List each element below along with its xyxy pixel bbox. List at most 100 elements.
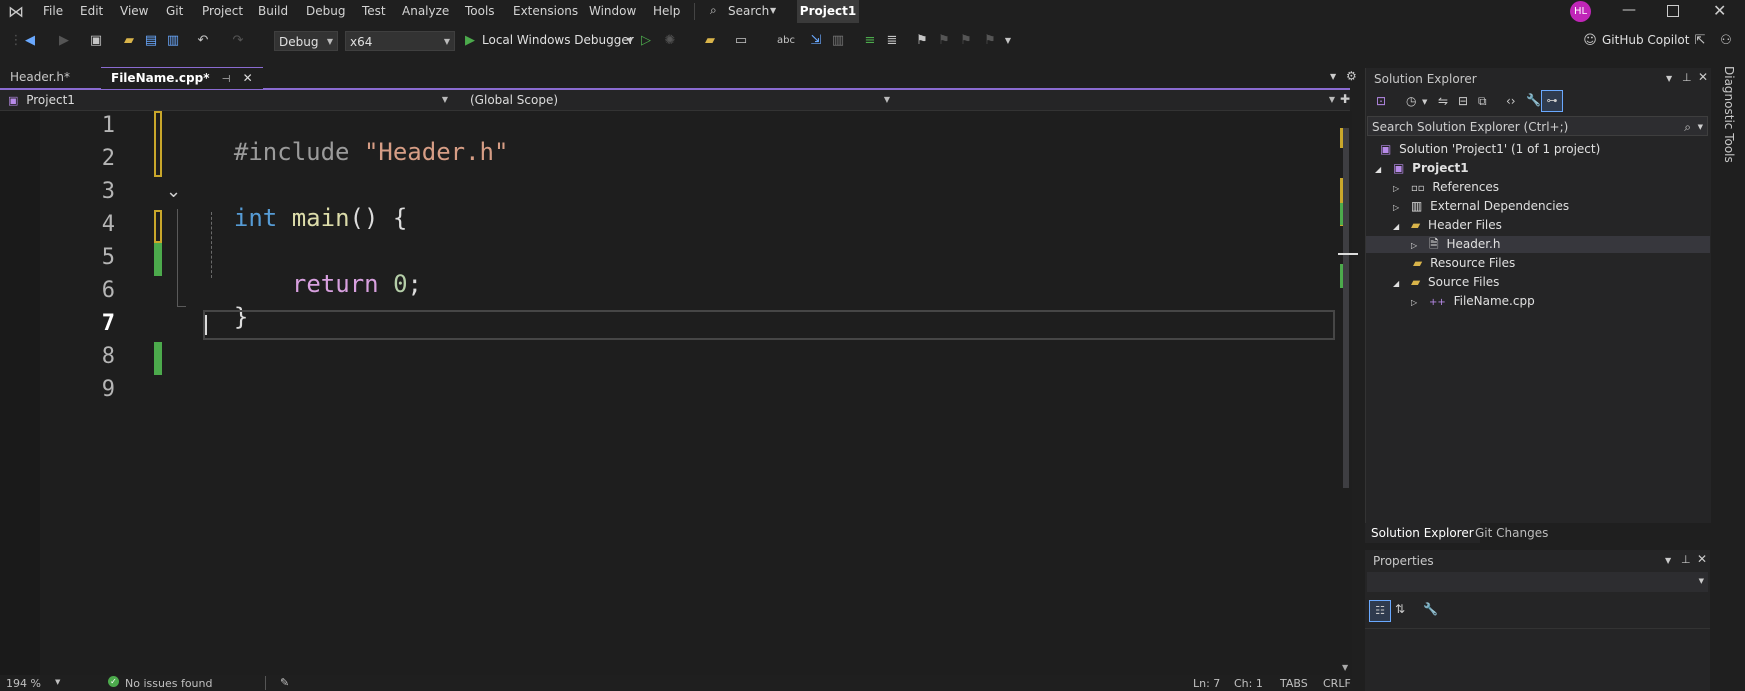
pin-icon[interactable]: ⊣ [222, 74, 231, 85]
column-indicator[interactable]: Ch: 1 [1234, 677, 1263, 690]
expanded-arrow-icon[interactable]: ◢ [1393, 279, 1399, 288]
global-scope-select[interactable]: (Global Scope) ▼ [470, 90, 890, 110]
solution-search-input[interactable]: Search Solution Explorer (Ctrl+;) ⌕ ▼ [1367, 116, 1708, 136]
navigate-forward-icon[interactable]: ▶ [56, 33, 72, 49]
chevron-down-icon[interactable]: ▼ [1422, 98, 1427, 106]
tab-overflow-icon[interactable]: ▼ [1330, 72, 1336, 81]
indentation-indicator[interactable]: TABS [1280, 677, 1308, 690]
zoom-level[interactable]: 194 % [6, 677, 41, 690]
panel-options-icon[interactable]: ▼ [1665, 556, 1671, 565]
expanded-arrow-icon[interactable]: ◢ [1393, 222, 1399, 231]
navigate-back-icon[interactable]: ◀ [22, 33, 38, 49]
pending-changes-filter-icon[interactable]: ◷ [1406, 94, 1416, 108]
save-icon[interactable]: ▤ [143, 33, 159, 49]
solution-platform-select[interactable]: x64 ▼ [345, 31, 455, 51]
visual-studio-logo-icon[interactable]: ⋈ [8, 3, 30, 21]
tree-item-project[interactable]: ◢ ▣ Project1 [1375, 160, 1469, 177]
menu-project[interactable]: Project [202, 4, 243, 18]
browse-folder-icon[interactable]: ▰ [702, 33, 718, 49]
tab-filename-cpp[interactable]: FileName.cpp* ⊣ ✕ [101, 67, 263, 89]
pin-icon[interactable]: ⊥ [1682, 71, 1692, 84]
bookmark-icon[interactable]: ⚑ [914, 33, 930, 49]
object-select[interactable]: ▼ [1367, 572, 1708, 592]
tab-git-changes[interactable]: Git Changes [1469, 523, 1554, 543]
tree-item-resource-files[interactable]: ▰ Resource Files [1413, 255, 1515, 272]
sync-icon[interactable]: ⇋ [1438, 94, 1448, 108]
close-tab-icon[interactable]: ✕ [243, 71, 253, 85]
bookmark-next-icon[interactable]: ⚑ [958, 33, 974, 49]
tree-item-external-dependencies[interactable]: ▷ ▥ External Dependencies [1393, 198, 1569, 215]
bookmark-clear-icon[interactable]: ⚑ [982, 33, 998, 49]
collapsed-arrow-icon[interactable]: ▷ [1411, 241, 1417, 250]
menu-view[interactable]: View [120, 4, 148, 18]
menu-extensions[interactable]: Extensions [513, 4, 578, 18]
chevron-down-icon[interactable]: ▼ [55, 678, 60, 686]
indent-icon[interactable]: ≡ [862, 33, 878, 49]
copilot-icon[interactable]: ☺ [1582, 33, 1598, 49]
collapse-region-icon[interactable]: ⌄ [166, 181, 181, 202]
tree-item-solution[interactable]: ▣ Solution 'Project1' (1 of 1 project) [1380, 141, 1600, 158]
collapsed-arrow-icon[interactable]: ▷ [1411, 298, 1417, 307]
tree-item-source-files[interactable]: ◢ ▰ Source Files [1393, 274, 1499, 291]
line-indicator[interactable]: Ln: 7 [1193, 677, 1220, 690]
pin-icon[interactable]: ⊥ [1681, 553, 1691, 566]
project-scope-select[interactable]: ▣ Project1 ▼ [8, 90, 448, 110]
tab-header-h[interactable]: Header.h* [0, 67, 80, 88]
alphabetical-icon[interactable]: ⇅ [1395, 602, 1405, 616]
diagnostic-tools-tab[interactable]: Diagnostic Tools [1722, 66, 1736, 163]
menu-git[interactable]: Git [166, 4, 183, 18]
menu-file[interactable]: File [43, 4, 63, 18]
feedback-icon[interactable]: ⚇ [1718, 33, 1734, 49]
search-icon[interactable]: ⌕ [1684, 117, 1691, 137]
code-editor[interactable] [0, 111, 1340, 681]
tree-item-header-h[interactable]: ▷ 🗎 Header.h [1366, 236, 1710, 253]
comment-icon[interactable]: ▥ [830, 33, 846, 49]
outdent-icon[interactable]: ≣ [884, 33, 900, 49]
member-scope-select[interactable]: ▼ [900, 90, 1335, 110]
start-debugging-icon[interactable]: ▶ [462, 33, 478, 49]
properties-wrench-icon[interactable]: 🔧 [1526, 93, 1541, 107]
collapse-all-icon[interactable]: ⊟ [1458, 94, 1468, 108]
solution-configuration-select[interactable]: Debug ▼ [274, 31, 338, 51]
menu-debug[interactable]: Debug [306, 4, 345, 18]
panel-options-icon[interactable]: ▼ [1666, 74, 1672, 83]
preview-selected-icon[interactable]: ⊶ [1541, 90, 1563, 112]
expanded-arrow-icon[interactable]: ◢ [1375, 165, 1381, 174]
redo-icon[interactable]: ↷ [230, 33, 246, 49]
close-icon[interactable]: ✕ [1713, 1, 1726, 20]
start-debugging-button[interactable]: Local Windows Debugger [482, 33, 634, 47]
tree-item-filename-cpp[interactable]: ▷ ++ FileName.cpp [1411, 293, 1535, 310]
save-all-icon[interactable]: ▥ [165, 33, 181, 49]
search-menu[interactable]: Search [728, 4, 769, 18]
maximize-icon[interactable] [1667, 5, 1679, 17]
property-pages-icon[interactable]: 🔧 [1423, 602, 1438, 616]
scrollbar-thumb[interactable] [1343, 128, 1349, 488]
open-file-icon[interactable]: ▰ [121, 33, 137, 49]
code-view-icon[interactable]: ‹› [1506, 94, 1516, 108]
share-icon[interactable]: ⇱ [1692, 33, 1708, 49]
minimize-icon[interactable]: — [1622, 2, 1636, 18]
close-icon[interactable]: ✕ [1697, 552, 1707, 566]
menu-help[interactable]: Help [653, 4, 680, 18]
menu-build[interactable]: Build [258, 4, 288, 18]
menu-test[interactable]: Test [362, 4, 386, 18]
tree-item-references[interactable]: ▷ ▫▫ References [1393, 179, 1499, 196]
close-icon[interactable]: ✕ [1698, 70, 1708, 84]
tree-item-header-files[interactable]: ◢ ▰ Header Files [1393, 217, 1502, 234]
menu-edit[interactable]: Edit [80, 4, 103, 18]
switch-views-icon[interactable]: ⊡ [1376, 94, 1386, 108]
bookmark-prev-icon[interactable]: ⚑ [936, 33, 952, 49]
gear-icon[interactable]: ⚙ [1346, 69, 1357, 83]
window-layout-icon[interactable]: ▭ [733, 33, 749, 49]
categorized-icon[interactable]: ☷ [1369, 600, 1391, 622]
toolbar-overflow-icon[interactable]: ▼ [1000, 33, 1016, 49]
step-icon[interactable]: ⇲ [808, 33, 824, 49]
undo-icon[interactable]: ↶ [195, 33, 211, 49]
line-ending-indicator[interactable]: CRLF [1323, 677, 1351, 690]
new-project-icon[interactable]: ▣ [88, 33, 104, 49]
issues-status[interactable]: No issues found [125, 677, 212, 690]
spell-check-icon[interactable]: abc [777, 33, 795, 49]
scroll-down-icon[interactable]: ▼ [1342, 663, 1348, 672]
menu-tools[interactable]: Tools [465, 4, 495, 18]
github-copilot-button[interactable]: GitHub Copilot [1602, 33, 1689, 47]
